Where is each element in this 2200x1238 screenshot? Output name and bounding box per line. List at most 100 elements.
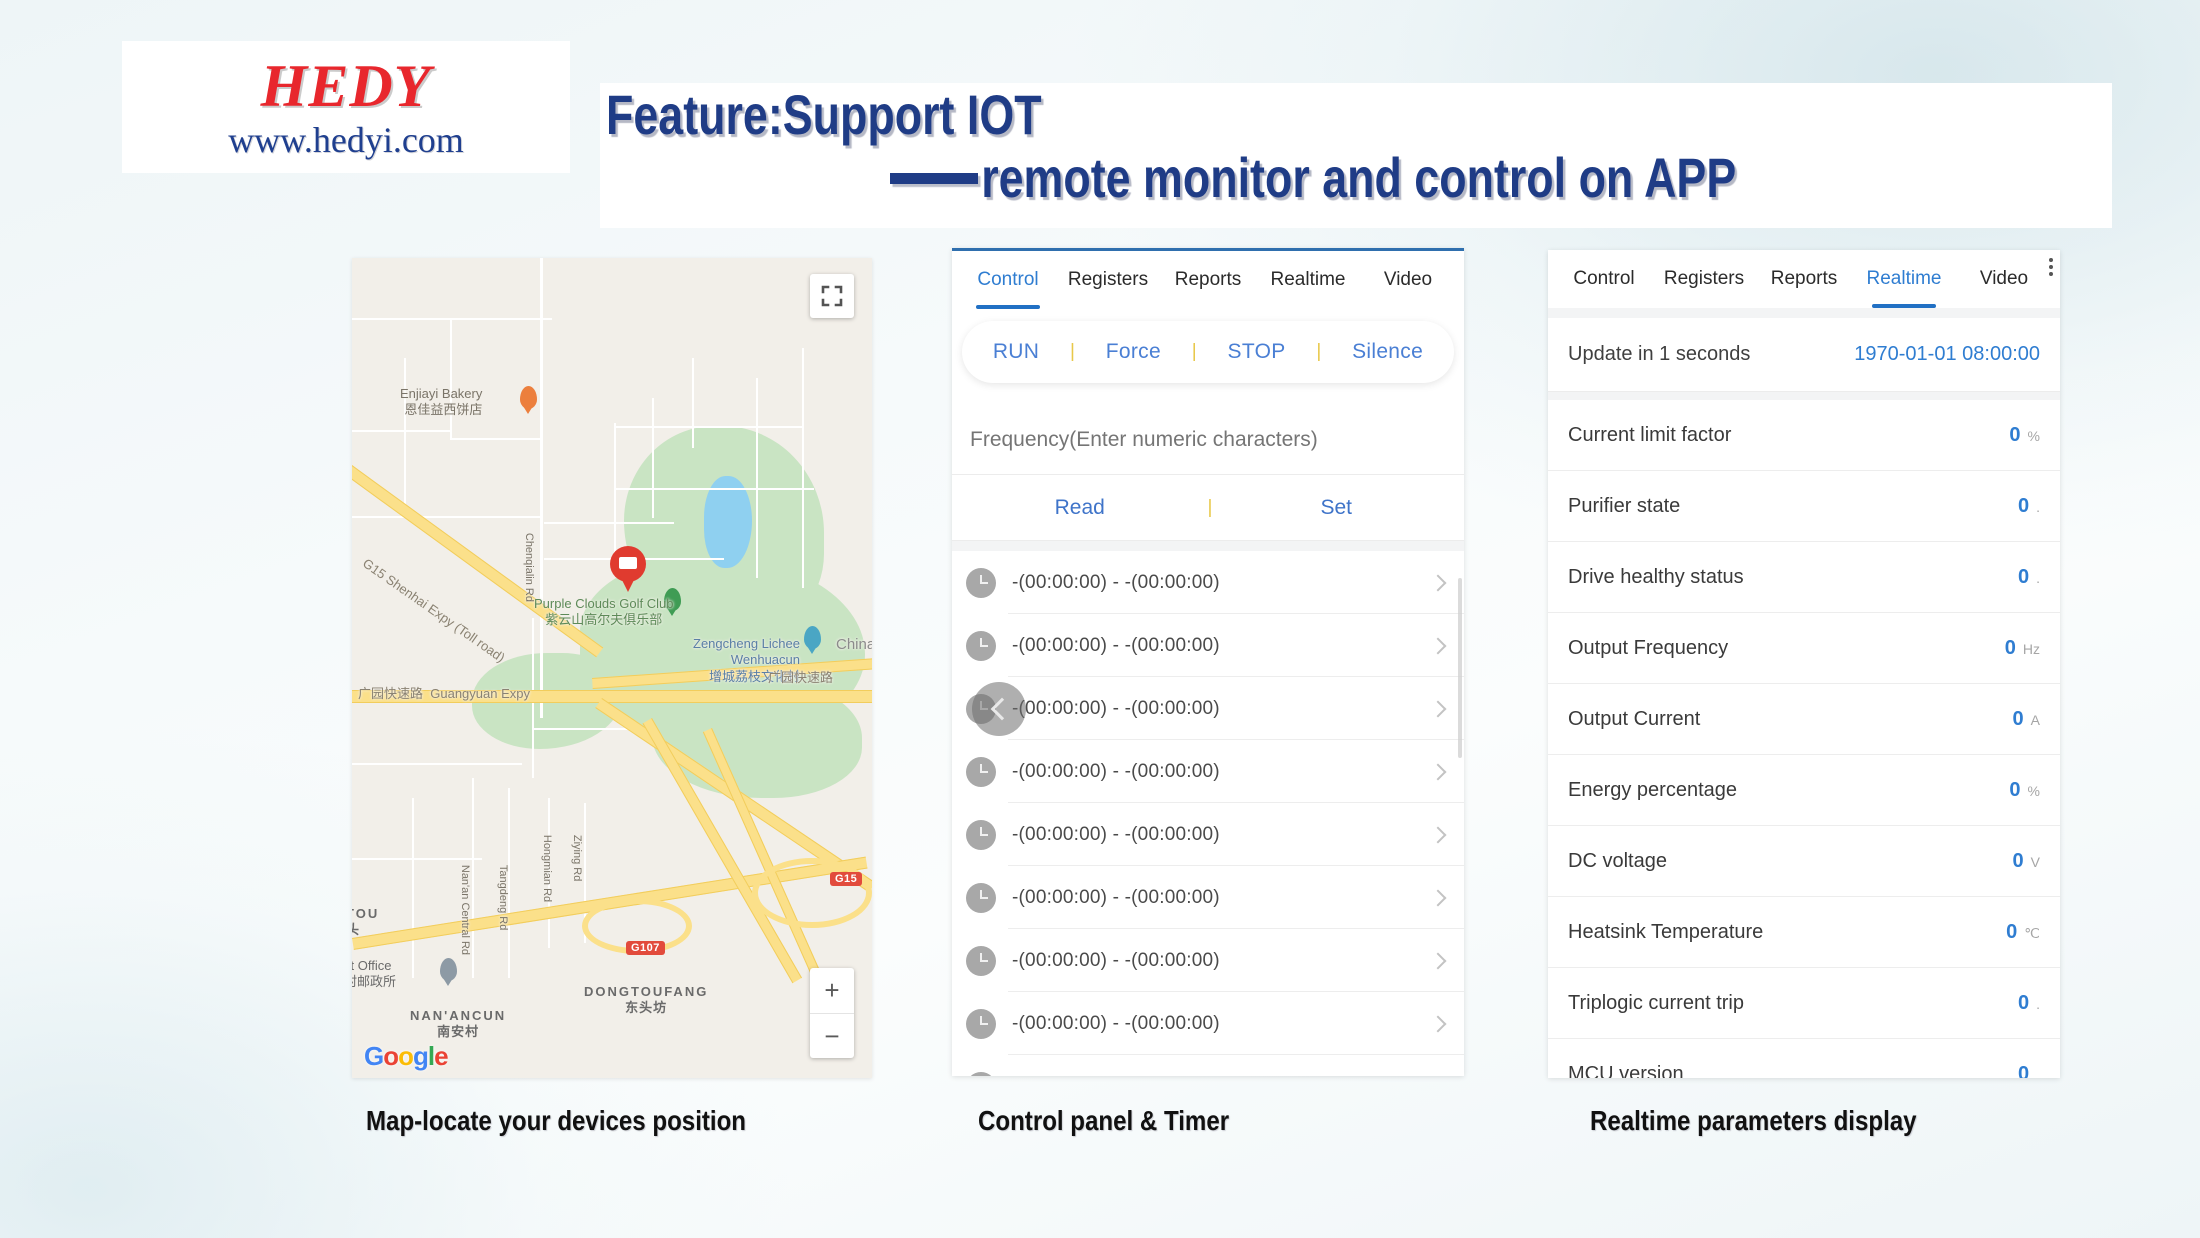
timer-row[interactable]: -(00:00:00) - -(00:00:00) [952,677,1464,740]
tab-video[interactable]: Video [1954,250,2054,308]
timer-row[interactable]: -(00:00:00) - -(00:00:00) [952,992,1464,1055]
parameter-value: 0 [2012,849,2024,872]
realtime-tabbar[interactable]: Control Registers Reports Realtime Video [1548,250,2060,308]
marker-glyph-icon [619,557,637,569]
parameter-value: 0 [2004,636,2016,659]
map-road [352,430,452,432]
timer-row[interactable]: -(00:00:00) - -(00:00:00) [952,929,1464,992]
parameter-value-group: 0 V [2013,850,2040,873]
timer-row[interactable]: -(00:00:00) - -(00:00:00) [952,740,1464,803]
map-road [652,398,654,518]
parameter-value-group: 0 % [2009,779,2040,802]
parameter-name: Heatsink Temperature [1568,920,1764,943]
parameter-row: Energy percentage 0 % [1548,755,2060,826]
parameter-value-group: 0 . [2018,992,2040,1015]
run-button[interactable]: RUN [993,340,1039,364]
frequency-section[interactable]: Read | Set [952,405,1464,541]
map-zoom-out-button[interactable]: − [810,1014,854,1059]
frequency-input-row[interactable] [952,405,1464,475]
parameter-value-group: 0 . [2018,495,2040,518]
timer-range-label: -(00:00:00) - -(00:00:00) [1012,697,1220,719]
control-tabbar[interactable]: Control Registers Reports Realtime Video [952,251,1464,309]
parameter-row: Current limit factor 0 % [1548,400,2060,471]
control-panel[interactable]: Control Registers Reports Realtime Video… [952,248,1464,1076]
clock-icon [966,882,996,913]
chevron-right-icon [1429,1015,1447,1032]
caption-realtime: Realtime parameters display [1590,1105,1917,1136]
pin-tip [443,978,453,986]
chevron-right-icon [1429,763,1447,780]
map-road [472,778,474,978]
parameter-value: 0 [2009,423,2021,446]
map-label-guangyuan-expy-cn: 广园快速路 [768,670,834,685]
section-divider-band [952,541,1464,551]
tab-reports[interactable]: Reports [1754,250,1854,308]
parameter-unit: V [2030,853,2040,870]
map-label-post-office: st Office 村邮政所 [352,958,397,990]
timer-row[interactable]: -(00:00:00) - -(00:00:00) [952,803,1464,866]
map-label-golf-club: Purple Clouds Golf Club 紫云山高尔夫俱乐部 [534,596,674,628]
parameter-name: MCU version [1568,1062,1684,1079]
timer-range-label: -(00:00:00) - -(00:00:00) [1012,823,1220,845]
set-button[interactable]: Set [1209,496,1465,520]
map-road [450,438,542,440]
map-road [544,522,674,524]
timer-row[interactable]: -(00:00:00) - -(00:00:00) [952,1055,1464,1076]
map-panel[interactable]: G15 G107 Enjiayi Bakery 恩佳益西饼店 Purple Cl… [352,258,872,1078]
parameter-row: Heatsink Temperature 0 ℃ [1548,897,2060,968]
parameter-row: Output Current 0 A [1548,684,2060,755]
tab-realtime[interactable]: Realtime [1854,250,1954,308]
tab-realtime[interactable]: Realtime [1258,251,1358,309]
map-fullscreen-button[interactable] [810,274,854,318]
parameter-value: 0 [2017,1062,2030,1079]
map-label-ziying-rd: Ziying Rd [570,834,583,882]
command-button-group[interactable]: RUN | Force | STOP | Silence [962,321,1454,383]
parameter-name: Energy percentage [1568,778,1738,801]
frequency-input[interactable] [970,427,1446,452]
map-road [404,358,406,518]
force-button[interactable]: Force [1106,340,1161,364]
map-road [540,258,543,718]
tab-reports[interactable]: Reports [1158,251,1258,309]
tab-control[interactable]: Control [1554,250,1654,308]
map-label-nanan-central-rd: Nan'an Central Rd [458,864,471,956]
map-zoom-in-button[interactable]: + [810,968,854,1014]
map-label-dongtoufang: DONGTOUFANG 东头坊 [584,984,709,1016]
parameter-unit: . [2036,569,2040,586]
tab-registers[interactable]: Registers [1058,251,1158,309]
map-label-hongmian-rd: Hongmian Rd [540,834,553,903]
timer-row[interactable]: -(00:00:00) - -(00:00:00) [952,551,1464,614]
clock-icon [966,630,996,661]
silence-button[interactable]: Silence [1352,340,1423,364]
map-canvas[interactable]: G15 G107 Enjiayi Bakery 恩佳益西饼店 Purple Cl… [352,258,872,1078]
map-zoom-controls[interactable]: + − [810,968,854,1058]
tab-video[interactable]: Video [1358,251,1458,309]
device-location-marker[interactable] [610,546,646,592]
parameter-value-group: 0 . [2018,1063,2040,1079]
timer-row[interactable]: -(00:00:00) - -(00:00:00) [952,614,1464,677]
realtime-update-header: Update in 1 seconds 1970-01-01 08:00:00 [1548,318,2060,392]
clock-icon [966,1071,996,1076]
map-road [412,798,414,978]
map-label-guangyuan-expy: 广园快速路 Guangyuan Expy [358,686,530,701]
map-road [614,423,616,563]
caption-control: Control panel & Timer [978,1105,1230,1136]
frequency-action-row[interactable]: Read | Set [952,475,1464,541]
parameter-unit: Hz [2022,640,2040,657]
stop-button[interactable]: STOP [1228,340,1286,364]
read-button[interactable]: Read [952,496,1208,520]
clock-icon [966,819,996,850]
tab-registers[interactable]: Registers [1654,250,1754,308]
tab-control[interactable]: Control [958,251,1058,309]
back-button[interactable] [972,682,1026,736]
timer-row[interactable]: -(00:00:00) - -(00:00:00) [952,866,1464,929]
realtime-panel[interactable]: Control Registers Reports Realtime Video… [1548,250,2060,1078]
map-label-nanancun: NAN'ANCUN 南安村 [410,1008,507,1040]
route-shield-g15: G15 [830,872,863,886]
control-panel-scrollbar[interactable] [1458,578,1462,758]
parameter-row: Purifier state 0 . [1548,471,2060,542]
timer-list[interactable]: -(00:00:00) - -(00:00:00) -(00:00:00) - … [952,551,1464,1076]
map-road [352,858,482,860]
timer-range-label: -(00:00:00) - -(00:00:00) [1012,949,1220,971]
map-label-tangdeng-rd: Tangdeng Rd [496,864,509,931]
